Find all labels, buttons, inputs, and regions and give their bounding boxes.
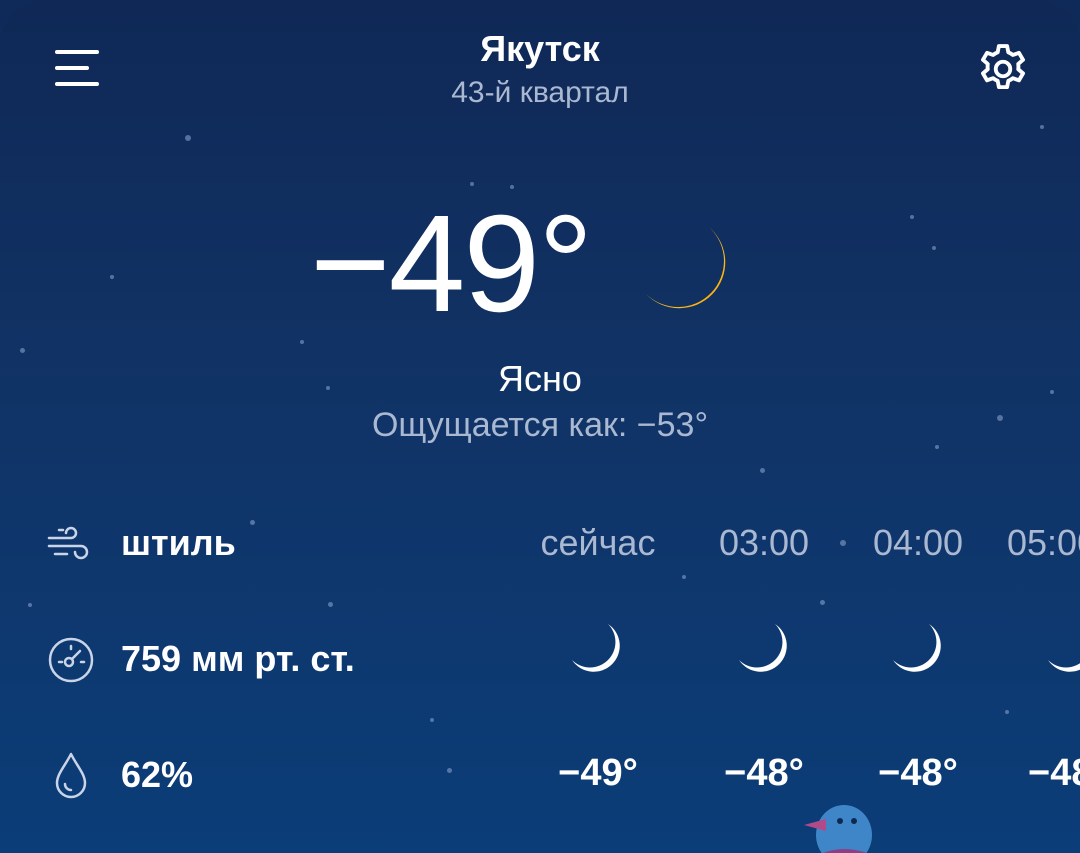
condition-text: Ясно: [498, 358, 582, 399]
star: [682, 575, 686, 579]
star: [300, 340, 304, 344]
star: [470, 182, 474, 186]
weather-screen: Якутск 43-й квартал −49° Ясно Ощущается …: [0, 0, 1080, 853]
gear-icon: [981, 44, 1025, 90]
star: [110, 275, 114, 279]
pressure-value: 759 мм рт. ст.: [121, 638, 355, 679]
current-temperature: −49°: [310, 187, 593, 341]
city-name[interactable]: Якутск: [0, 28, 1080, 70]
star: [28, 603, 32, 607]
district-name[interactable]: 43-й квартал: [0, 76, 1080, 110]
star: [935, 445, 939, 449]
star: [910, 215, 914, 219]
hour-temperature: −48°: [1028, 752, 1080, 794]
moon-icon: [739, 624, 787, 672]
star: [20, 348, 25, 353]
star: [250, 520, 255, 525]
star: [820, 600, 825, 605]
humidity-value: 62%: [121, 754, 194, 795]
star: [430, 718, 434, 722]
humidity-drop-icon: [45, 750, 97, 802]
hour-label: 03:00: [718, 522, 810, 563]
hour-label: 04:00: [872, 522, 964, 563]
star: [932, 246, 936, 250]
star: [185, 135, 191, 141]
moon-icon: [572, 624, 620, 672]
star: [1040, 125, 1044, 129]
moon-icon: [640, 222, 740, 322]
pressure-gauge-icon: [45, 634, 97, 686]
settings-button[interactable]: [974, 40, 1032, 98]
wind-value: штиль: [121, 522, 236, 563]
feels-like-text: Ощущается как: −53°: [371, 406, 709, 444]
hour-temperature: −48°: [878, 752, 958, 794]
wind-icon: [45, 518, 97, 570]
hour-label: сейчас: [540, 522, 656, 563]
moon-icon: [1048, 660, 1080, 672]
hour-temperature: −48°: [724, 752, 804, 794]
star: [447, 768, 452, 773]
star: [840, 540, 846, 546]
star: [760, 468, 765, 473]
moon-icon: [893, 624, 941, 672]
hour-temperature: −49°: [558, 752, 638, 794]
bird-mascot-icon: [804, 805, 872, 853]
star: [328, 602, 333, 607]
star: [1005, 710, 1009, 714]
hour-label: 05:00: [1007, 522, 1080, 563]
